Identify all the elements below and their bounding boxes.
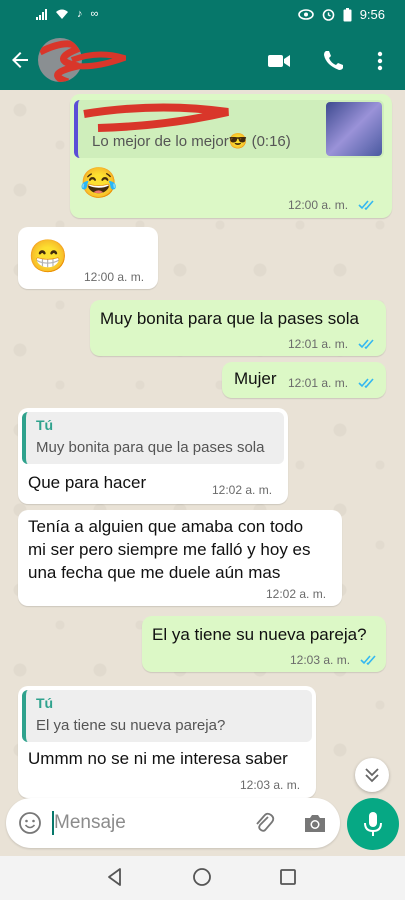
message-text-line: una fecha que me duele aún mas [28, 563, 281, 582]
reply-preview-text: Lo mejor de lo mejor😎 (0:16) [92, 133, 291, 150]
reply-thumbnail [326, 102, 382, 156]
message-text: Ummm no se ni me interesa saber [28, 749, 288, 768]
nav-recents-icon[interactable] [277, 866, 299, 888]
system-nav-bar [0, 856, 405, 900]
read-ticks-icon [360, 655, 376, 665]
more-options-icon[interactable] [367, 48, 393, 74]
mic-icon [364, 812, 382, 836]
chat-header [0, 30, 405, 90]
read-ticks-icon [358, 378, 374, 388]
scroll-to-bottom-button[interactable] [355, 758, 389, 792]
message-text-line: Tenía a alguien que amaba con todo [28, 517, 304, 536]
notification-icon: ∞ [90, 8, 99, 20]
chat-messages-area[interactable]: Lo mejor de lo mejor😎 (0:16) 😂 12:00 a. … [0, 90, 405, 802]
message-emoji: 😁 [28, 238, 68, 274]
message-time: 12:01 a. m. [288, 337, 349, 351]
read-ticks-icon [358, 200, 374, 210]
message-bubble-outgoing[interactable]: Muy bonita para que la pases sola 12:01 … [90, 300, 386, 356]
wifi-icon [56, 9, 68, 19]
message-bubble-incoming[interactable]: Tú Muy bonita para que la pases sola Que… [18, 408, 288, 504]
status-time: 9:56 [359, 7, 385, 22]
reply-preview[interactable]: Lo mejor de lo mejor😎 (0:16) [74, 100, 384, 158]
message-bubble-outgoing[interactable]: Mujer 12:01 a. m. [222, 362, 386, 398]
message-bubble-incoming[interactable]: 😁 12:00 a. m. [18, 227, 158, 289]
quoted-author: Tú [36, 417, 54, 433]
message-bubble-incoming[interactable]: Tú El ya tiene su nueva pareja? Ummm no … [18, 686, 316, 798]
battery-icon [343, 7, 352, 21]
message-input[interactable]: Mensaje [54, 812, 126, 834]
eye-icon [297, 9, 314, 20]
message-time: 12:03 a. m. [290, 653, 351, 667]
message-time: 12:03 a. m. [240, 778, 301, 792]
mic-button[interactable] [347, 798, 399, 850]
contact-name-redaction [70, 51, 126, 70]
alarm-icon [322, 9, 334, 21]
status-right-icons: 9:56 [297, 7, 385, 22]
message-text: Muy bonita para que la pases sola [100, 309, 359, 328]
message-bubble-incoming[interactable]: Tenía a alguien que amaba con todo mi se… [18, 510, 342, 606]
emoji-icon[interactable] [18, 811, 42, 835]
message-time: 12:00 a. m. [288, 198, 349, 212]
message-text: Que para hacer [28, 473, 147, 492]
message-bubble-outgoing[interactable]: Lo mejor de lo mejor😎 (0:16) 😂 12:00 a. … [70, 94, 392, 218]
back-arrow-icon[interactable] [8, 48, 32, 72]
message-time: 12:01 a. m. [288, 376, 349, 390]
scroll-down-icon [365, 768, 379, 783]
quoted-text: Muy bonita para que la pases sola [36, 439, 265, 456]
message-time: 12:02 a. m. [212, 483, 273, 497]
quoted-message[interactable]: Tú El ya tiene su nueva pareja? [22, 690, 312, 742]
nav-back-icon[interactable] [104, 866, 126, 888]
tiktok-icon: ♪ [77, 8, 83, 20]
quoted-message[interactable]: Tú Muy bonita para que la pases sola [22, 412, 284, 464]
nav-home-icon[interactable] [191, 866, 213, 888]
status-bar: ♪ ∞ 9:56 [0, 0, 405, 30]
phone-icon[interactable] [320, 48, 346, 74]
message-emoji: 😂 [80, 167, 118, 200]
message-time: 12:00 a. m. [84, 270, 145, 284]
message-composer[interactable]: Mensaje [6, 798, 340, 848]
quoted-text: El ya tiene su nueva pareja? [36, 717, 226, 734]
attach-icon[interactable] [252, 810, 276, 836]
signal-icon [36, 8, 47, 20]
status-left-icons: ♪ ∞ [36, 8, 98, 20]
message-bubble-outgoing[interactable]: El ya tiene su nueva pareja? 12:03 a. m. [142, 616, 386, 672]
video-call-icon[interactable] [266, 48, 292, 74]
message-time: 12:02 a. m. [266, 587, 327, 601]
message-text: El ya tiene su nueva pareja? [152, 625, 367, 644]
read-ticks-icon [358, 339, 374, 349]
message-text-line: mi ser pero siempre me falló y hoy es [28, 540, 311, 559]
camera-icon[interactable] [302, 811, 328, 835]
quoted-author: Tú [36, 695, 54, 711]
message-text: Mujer [234, 369, 277, 388]
